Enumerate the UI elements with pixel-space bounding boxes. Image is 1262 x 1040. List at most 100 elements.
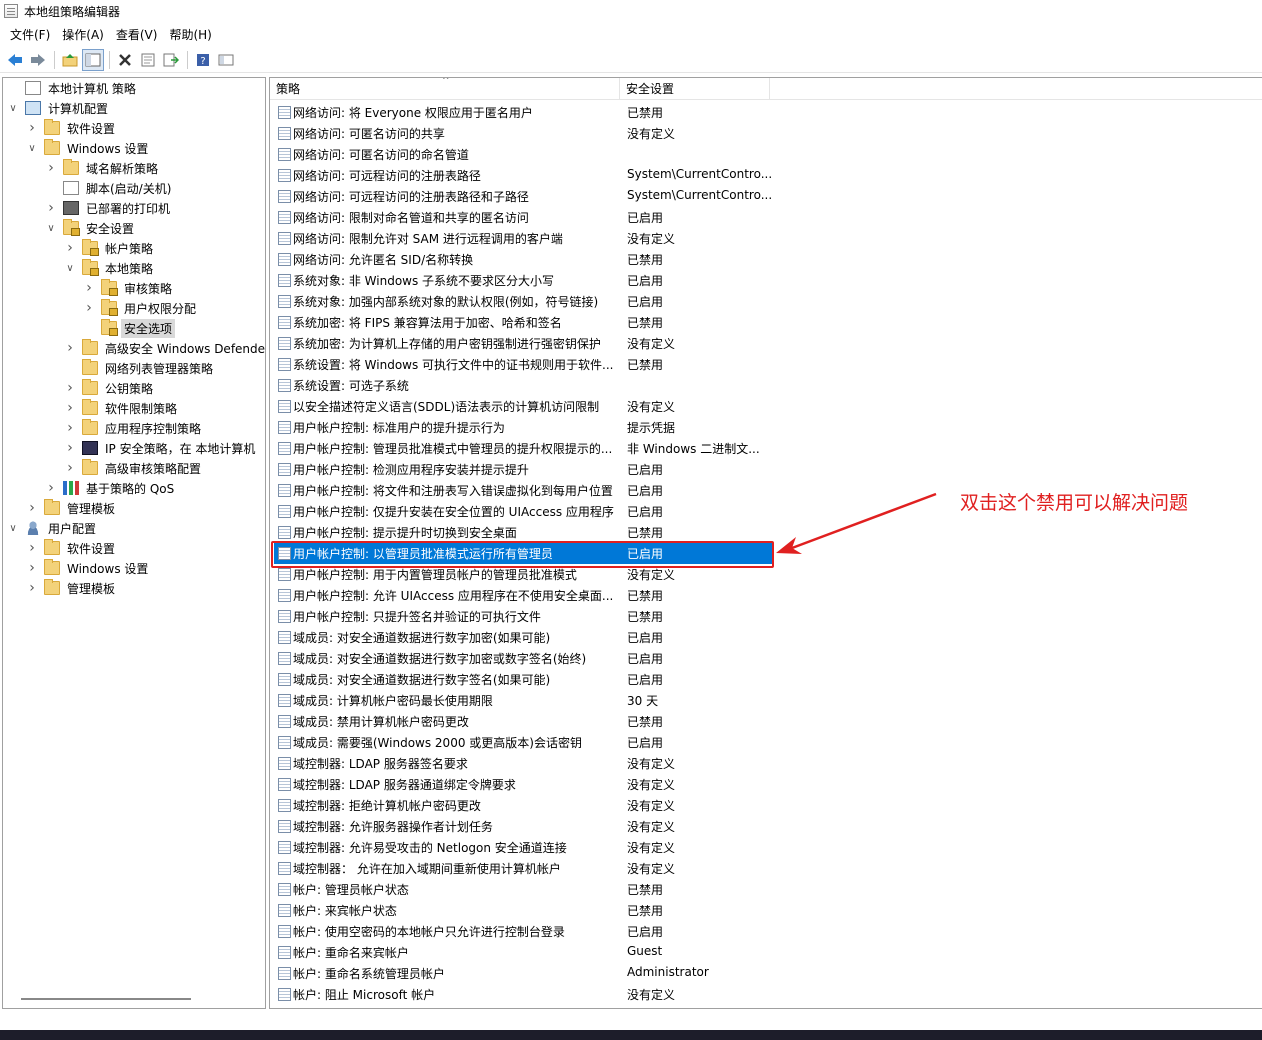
policy-row[interactable]: 网络访问: 将 Everyone 权限应用于匿名用户 已禁用 — [270, 102, 1262, 123]
tree-item[interactable]: ∨ 用户配置 — [7, 518, 99, 538]
tree-item[interactable]: › 用户权限分配 — [83, 298, 199, 318]
policy-row[interactable]: 域成员: 需要强(Windows 2000 或更高版本)会话密钥 已启用 — [270, 732, 1262, 753]
tree-item[interactable]: › 管理模板 — [26, 498, 118, 518]
tree-item[interactable]: › Windows 设置 — [26, 558, 151, 578]
policy-row[interactable]: 系统加密: 将 FIPS 兼容算法用于加密、哈希和签名 已禁用 — [270, 312, 1262, 333]
policy-row[interactable]: 系统设置: 可选子系统 — [270, 375, 1262, 396]
chevron-right-icon[interactable]: › — [83, 280, 95, 296]
chevron-right-icon[interactable]: › — [45, 160, 57, 176]
tree-item[interactable]: ∨ 本地策略 — [64, 258, 156, 278]
export-list-icon[interactable] — [160, 49, 182, 71]
chevron-right-icon[interactable]: › — [64, 440, 76, 456]
show-hide-tree-icon[interactable] — [82, 48, 104, 71]
policy-row[interactable]: 用户帐户控制: 标准用户的提升提示行为 提示凭据 — [270, 417, 1262, 438]
policy-row[interactable]: 帐户: 管理员帐户状态 已禁用 — [270, 879, 1262, 900]
policy-row[interactable]: 帐户: 重命名来宾帐户 Guest — [270, 942, 1262, 963]
policy-row[interactable]: 域控制器: 拒绝计算机帐户密码更改 没有定义 — [270, 795, 1262, 816]
console-tree-pane[interactable]: 本地计算机 策略 ∨ 计算机配置 › 软件设置 ∨ Windows 设置 › 域名解析策略 脚本(… — [2, 77, 266, 1009]
tree-item[interactable]: ∨ Windows 设置 — [26, 138, 151, 158]
chevron-right-icon[interactable]: › — [45, 480, 57, 496]
column-security-setting[interactable]: 安全设置 — [620, 78, 770, 100]
policy-row[interactable]: 网络访问: 可远程访问的注册表路径和子路径 System\CurrentContr… — [270, 186, 1262, 207]
policy-row[interactable]: 以安全描述符定义语言(SDDL)语法表示的计算机访问限制 没有定义 — [270, 396, 1262, 417]
tree-item[interactable]: › 软件限制策略 — [64, 398, 180, 418]
tree-item[interactable]: › 软件设置 — [26, 118, 118, 138]
chevron-right-icon[interactable]: › — [64, 380, 76, 396]
up-folder-icon[interactable] — [59, 49, 81, 71]
back-icon[interactable] — [4, 49, 26, 71]
chevron-right-icon[interactable]: › — [26, 540, 38, 556]
chevron-down-icon[interactable]: ∨ — [7, 102, 19, 114]
chevron-right-icon[interactable]: › — [83, 300, 95, 316]
policy-row[interactable]: 系统对象: 非 Windows 子系统不要求区分大小写 已启用 — [270, 270, 1262, 291]
policy-row[interactable]: 域成员: 对安全通道数据进行数字签名(如果可能) 已启用 — [270, 669, 1262, 690]
tree-item[interactable]: › 管理模板 — [26, 578, 118, 598]
menu-action[interactable]: 操作(A) — [56, 25, 110, 45]
policy-row[interactable]: 域控制器： 允许在加入域期间重新使用计算机帐户 没有定义 — [270, 858, 1262, 879]
tree-item[interactable]: › 审核策略 — [83, 278, 175, 298]
policy-row[interactable]: 网络访问: 限制对命名管道和共享的匿名访问 已启用 — [270, 207, 1262, 228]
policy-row[interactable]: 网络访问: 可远程访问的注册表路径 System\CurrentContro... — [270, 165, 1262, 186]
tree-item[interactable]: 网络列表管理器策略 — [64, 358, 216, 378]
policy-row[interactable]: 系统加密: 为计算机上存储的用户密钥强制进行强密钥保护 没有定义 — [270, 333, 1262, 354]
policy-row[interactable]: 系统设置: 将 Windows 可执行文件中的证书规则用于软件... 已禁用 — [270, 354, 1262, 375]
view-icon[interactable] — [215, 49, 237, 71]
tree-item[interactable]: 安全选项 — [83, 318, 176, 338]
tree-item[interactable]: ∨ 安全设置 — [45, 218, 137, 238]
policy-row[interactable]: 域成员: 禁用计算机帐户密码更改 已禁用 — [270, 711, 1262, 732]
forward-icon[interactable] — [27, 49, 49, 71]
tree-item[interactable]: › 高级审核策略配置 — [64, 458, 204, 478]
tree-item[interactable]: › 应用程序控制策略 — [64, 418, 204, 438]
chevron-right-icon[interactable]: › — [64, 340, 76, 356]
policy-row[interactable]: 网络访问: 限制允许对 SAM 进行远程调用的客户端 没有定义 — [270, 228, 1262, 249]
menu-help[interactable]: 帮助(H) — [163, 25, 217, 45]
policy-row[interactable]: 用户帐户控制: 提示提升时切换到安全桌面 已禁用 — [270, 522, 1262, 543]
policy-row[interactable]: 域成员: 对安全通道数据进行数字加密或数字签名(始终) 已启用 — [270, 648, 1262, 669]
policy-row[interactable]: 用户帐户控制: 检测应用程序安装并提示提升 已启用 — [270, 459, 1262, 480]
chevron-right-icon[interactable]: › — [26, 560, 38, 576]
chevron-right-icon[interactable]: › — [64, 420, 76, 436]
chevron-down-icon[interactable]: ∨ — [26, 142, 38, 154]
policy-row[interactable]: 系统对象: 加强内部系统对象的默认权限(例如，符号链接) 已启用 — [270, 291, 1262, 312]
tree-item[interactable]: › 软件设置 — [26, 538, 118, 558]
policy-row[interactable]: 域控制器: LDAP 服务器通道绑定令牌要求 没有定义 — [270, 774, 1262, 795]
policy-row[interactable]: 帐户: 来宾帐户状态 已禁用 — [270, 900, 1262, 921]
policy-row[interactable]: 用户帐户控制: 管理员批准模式中管理员的提升权限提示的... 非 Windows … — [270, 438, 1262, 459]
menu-file[interactable]: 文件(F) — [4, 25, 56, 45]
delete-icon[interactable] — [114, 49, 136, 71]
policy-row[interactable]: 域控制器: LDAP 服务器签名要求 没有定义 — [270, 753, 1262, 774]
policy-row[interactable]: 网络访问: 可匿名访问的共享 没有定义 — [270, 123, 1262, 144]
tree-item[interactable]: › 帐户策略 — [64, 238, 156, 258]
policy-row[interactable]: 网络访问: 允许匿名 SID/名称转换 已禁用 — [270, 249, 1262, 270]
chevron-down-icon[interactable]: ∨ — [7, 522, 19, 534]
tree-item[interactable]: › IP 安全策略，在 本地计算机 — [64, 438, 258, 458]
chevron-right-icon[interactable]: › — [26, 500, 38, 516]
properties-icon[interactable] — [137, 49, 159, 71]
tree-item[interactable]: ∨ 计算机配置 — [7, 98, 111, 118]
chevron-down-icon[interactable]: ∨ — [64, 262, 76, 274]
policy-row[interactable]: 用户帐户控制: 只提升签名并验证的可执行文件 已禁用 — [270, 606, 1262, 627]
tree-item[interactable]: › 域名解析策略 — [45, 158, 161, 178]
policy-row[interactable]: 帐户: 使用空密码的本地帐户只允许进行控制台登录 已启用 — [270, 921, 1262, 942]
help-icon[interactable]: ? — [192, 49, 214, 71]
chevron-right-icon[interactable]: › — [26, 580, 38, 596]
policy-row[interactable]: 用户帐户控制: 允许 UIAccess 应用程序在不使用安全桌面... 已禁用 — [270, 585, 1262, 606]
policy-row[interactable]: 帐户: 阻止 Microsoft 帐户 没有定义 — [270, 984, 1262, 1005]
tree-item[interactable]: › 已部署的打印机 — [45, 198, 173, 218]
horizontal-scrollbar[interactable] — [21, 998, 191, 1000]
policy-row[interactable]: 域成员: 计算机帐户密码最长使用期限 30 天 — [270, 690, 1262, 711]
tree-item[interactable]: › 公钥策略 — [64, 378, 156, 398]
chevron-right-icon[interactable]: › — [64, 460, 76, 476]
policy-row[interactable]: 域成员: 对安全通道数据进行数字加密(如果可能) 已启用 — [270, 627, 1262, 648]
menu-view[interactable]: 查看(V) — [110, 25, 164, 45]
tree-item[interactable]: 本地计算机 策略 — [7, 78, 139, 98]
tree-item[interactable]: 脚本(启动/关机) — [45, 178, 174, 198]
policy-row[interactable]: 帐户: 重命名系统管理员帐户 Administrator — [270, 963, 1262, 984]
tree-item[interactable]: › 高级安全 Windows Defender — [64, 338, 265, 358]
policy-row[interactable]: 域控制器: 允许易受攻击的 Netlogon 安全通道连接 没有定义 — [270, 837, 1262, 858]
chevron-right-icon[interactable]: › — [64, 240, 76, 256]
policy-row[interactable]: 域控制器: 允许服务器操作者计划任务 没有定义 — [270, 816, 1262, 837]
chevron-down-icon[interactable]: ∨ — [45, 222, 57, 234]
chevron-right-icon[interactable]: › — [26, 120, 38, 136]
chevron-right-icon[interactable]: › — [64, 400, 76, 416]
